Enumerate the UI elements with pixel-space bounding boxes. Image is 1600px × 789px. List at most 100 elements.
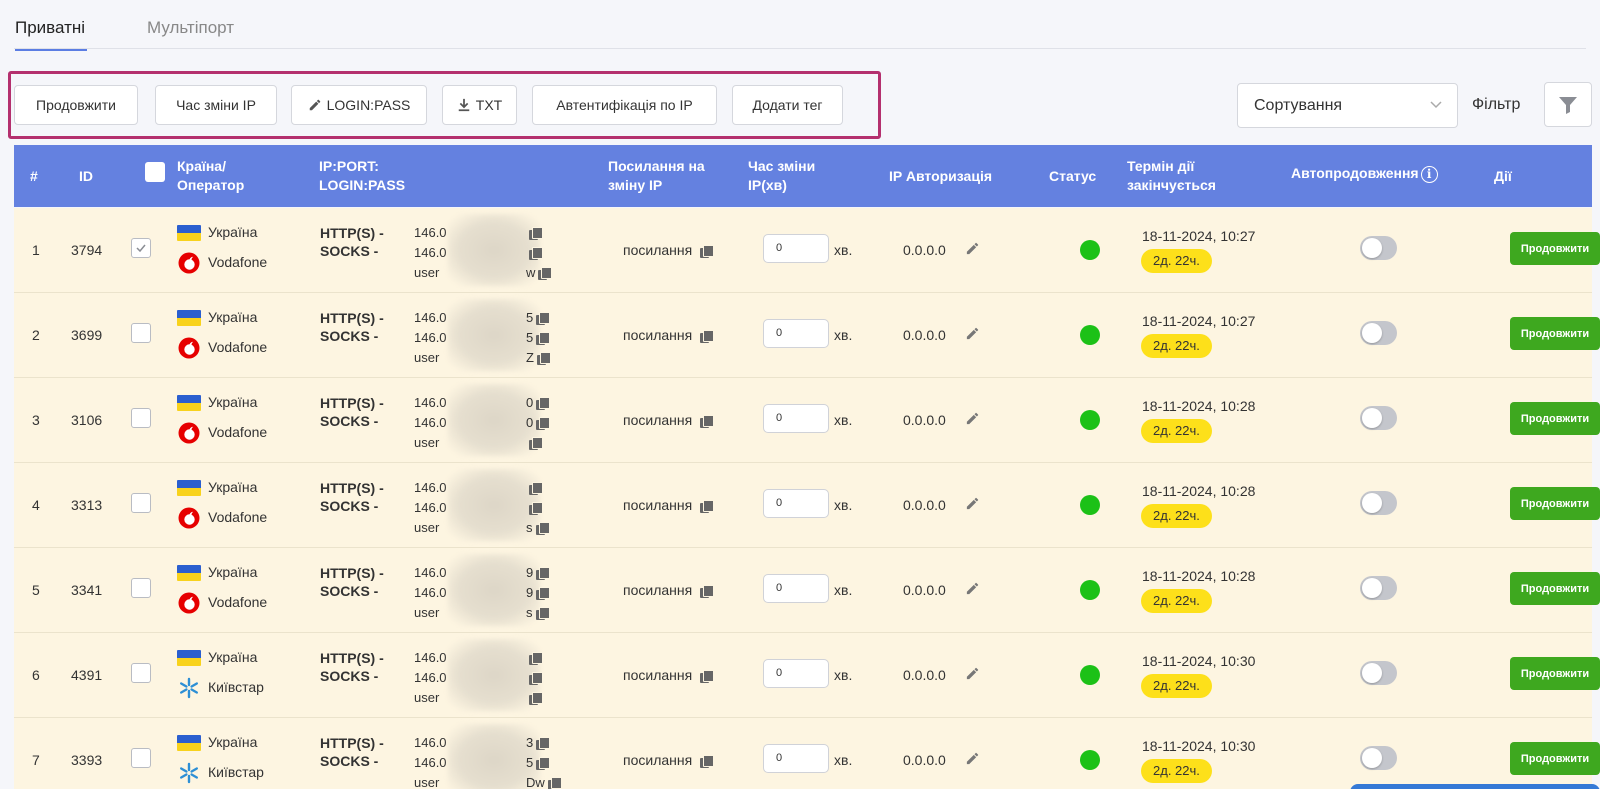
autorenew-toggle[interactable] xyxy=(1360,406,1397,430)
ip-change-time-input[interactable]: 0 xyxy=(763,404,829,433)
row-checkbox[interactable] xyxy=(131,238,151,258)
copy-icon[interactable] xyxy=(536,397,551,411)
copy-icon[interactable] xyxy=(536,737,551,751)
country-name: Україна xyxy=(208,649,258,665)
row-checkbox[interactable] xyxy=(131,663,151,683)
copy-icon[interactable] xyxy=(535,522,550,536)
copy-icon[interactable] xyxy=(700,584,715,598)
filter-button[interactable] xyxy=(1544,82,1592,127)
sort-dropdown[interactable]: Сортування xyxy=(1237,83,1458,128)
row-number: 2 xyxy=(32,327,40,343)
ip-change-time-input[interactable]: 0 xyxy=(763,744,829,773)
ip-auth-button[interactable]: Автентифікація по IP xyxy=(532,85,717,125)
copy-icon[interactable] xyxy=(536,312,551,326)
renew-button[interactable]: Продовжити xyxy=(1510,657,1600,690)
txt-export-button[interactable]: TXT xyxy=(442,85,517,125)
renew-button[interactable]: Продовжити xyxy=(1510,232,1600,265)
ip-change-link[interactable]: посилання xyxy=(623,327,715,343)
auth-ip-value: 0.0.0.0 xyxy=(903,242,946,258)
copy-icon[interactable] xyxy=(538,267,553,281)
header-id[interactable]: ID xyxy=(79,167,93,186)
tab-multiport[interactable]: Мультіпорт xyxy=(147,18,234,38)
renew-button[interactable]: Продовжити xyxy=(1510,572,1600,605)
copy-icon[interactable] xyxy=(536,587,551,601)
copy-icon[interactable] xyxy=(529,672,543,686)
copy-icon[interactable] xyxy=(536,757,551,771)
chat-widget-edge[interactable] xyxy=(1350,784,1600,789)
copy-icon[interactable] xyxy=(529,652,543,666)
copy-icon[interactable] xyxy=(536,417,551,431)
renew-button[interactable]: Продовжити xyxy=(1510,402,1600,435)
ip-change-link[interactable]: посилання xyxy=(623,242,715,258)
copy-icon[interactable] xyxy=(700,669,715,683)
autorenew-toggle[interactable] xyxy=(1360,661,1397,685)
edit-pencil-icon[interactable] xyxy=(965,241,980,256)
status-dot xyxy=(1080,495,1100,515)
header-country[interactable]: Країна/ Оператор xyxy=(177,157,244,195)
autorenew-toggle[interactable] xyxy=(1360,321,1397,345)
row-checkbox[interactable] xyxy=(131,408,151,428)
copy-icon[interactable] xyxy=(700,754,715,768)
copy-icon[interactable] xyxy=(536,352,551,366)
info-icon[interactable]: i xyxy=(1420,165,1438,183)
copy-icon[interactable] xyxy=(700,499,715,513)
row-id: 4391 xyxy=(71,667,103,683)
autorenew-toggle[interactable] xyxy=(1360,236,1397,260)
renew-selected-button[interactable]: Продовжити xyxy=(14,85,138,125)
login-pass-button[interactable]: LOGIN:PASS xyxy=(291,85,427,125)
copy-icon[interactable] xyxy=(536,332,551,346)
copy-icon[interactable] xyxy=(536,567,551,581)
copy-icon[interactable] xyxy=(529,247,543,261)
copy-icon[interactable] xyxy=(529,502,543,516)
time-left-badge: 2д. 22ч. xyxy=(1141,334,1212,358)
edit-pencil-icon[interactable] xyxy=(965,581,980,596)
ip-change-time-input[interactable]: 0 xyxy=(763,319,829,348)
copy-icon[interactable] xyxy=(529,437,543,451)
ip-change-time-input[interactable]: 0 xyxy=(763,574,829,603)
row-number: 1 xyxy=(32,242,40,258)
socks-suffix: 0 xyxy=(526,415,534,430)
header-actions: Дії xyxy=(1494,168,1512,184)
ip-change-time-input[interactable]: 0 xyxy=(763,659,829,688)
row-checkbox[interactable] xyxy=(131,493,151,513)
header-status[interactable]: Статус xyxy=(1049,167,1096,186)
ip-change-link[interactable]: посилання xyxy=(623,582,715,598)
edit-pencil-icon[interactable] xyxy=(965,411,980,426)
ip-change-link[interactable]: посилання xyxy=(623,497,715,513)
table-row: 4 3313 Україна Vodafone HTTP(S) - SOCKS - 146.… xyxy=(14,463,1600,548)
ip-change-link[interactable]: посилання xyxy=(623,667,715,683)
autorenew-toggle[interactable] xyxy=(1360,746,1397,770)
expiry-date: 18-11-2024, 10:28 xyxy=(1142,483,1256,499)
copy-icon[interactable] xyxy=(700,244,715,258)
renew-button[interactable]: Продовжити xyxy=(1510,742,1600,775)
edit-pencil-icon[interactable] xyxy=(965,751,980,766)
copy-icon[interactable] xyxy=(529,227,543,241)
row-checkbox[interactable] xyxy=(131,748,151,768)
ip-change-time-input[interactable]: 0 xyxy=(763,234,829,263)
ip-change-link[interactable]: посилання xyxy=(623,412,715,428)
add-tag-button[interactable]: Додати тег xyxy=(732,85,843,125)
header-expire[interactable]: Термін дії закінчується xyxy=(1127,157,1216,195)
row-checkbox[interactable] xyxy=(131,578,151,598)
copy-icon[interactable] xyxy=(529,482,543,496)
tab-private[interactable]: Приватні xyxy=(15,18,88,51)
ip-change-time-input[interactable]: 0 xyxy=(763,489,829,518)
edit-pencil-icon[interactable] xyxy=(965,326,980,341)
copy-icon[interactable] xyxy=(700,329,715,343)
renew-button[interactable]: Продовжити xyxy=(1510,487,1600,520)
header-country-line1: Країна/ xyxy=(177,158,226,174)
row-checkbox[interactable] xyxy=(131,323,151,343)
renew-button[interactable]: Продовжити xyxy=(1510,317,1600,350)
copy-icon[interactable] xyxy=(700,414,715,428)
autorenew-toggle[interactable] xyxy=(1360,576,1397,600)
ip-change-link[interactable]: посилання xyxy=(623,752,715,768)
select-all-checkbox[interactable] xyxy=(145,162,165,182)
autorenew-toggle[interactable] xyxy=(1360,491,1397,515)
edit-pencil-icon[interactable] xyxy=(965,666,980,681)
edit-pencil-icon[interactable] xyxy=(965,496,980,511)
socks-suffix: 5 xyxy=(526,330,534,345)
copy-icon[interactable] xyxy=(529,692,543,706)
copy-icon[interactable] xyxy=(547,777,562,789)
copy-icon[interactable] xyxy=(535,607,550,621)
ip-change-time-button[interactable]: Час зміни IP xyxy=(155,85,277,125)
